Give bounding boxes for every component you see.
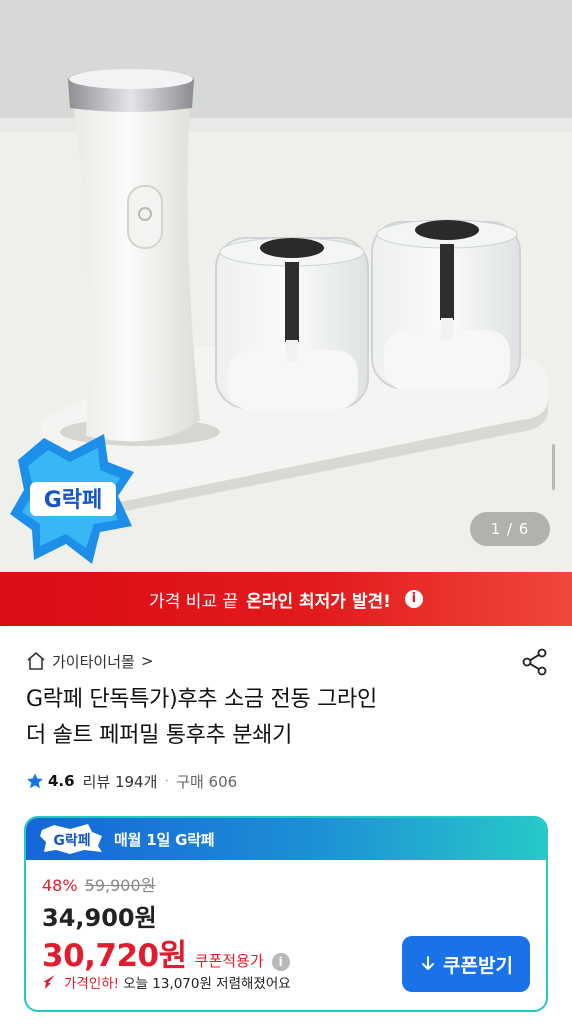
g-rakpe-small-badge: G락페 xyxy=(40,824,102,854)
rating-score: 4.6 xyxy=(48,772,75,790)
coupon-price-label: 쿠폰적용가 xyxy=(194,952,264,970)
store-icon xyxy=(27,652,45,670)
star-icon xyxy=(27,773,43,789)
seller-name: 가이타이너몰 xyxy=(52,652,135,671)
promo-price-card: G락페 매월 1일 G락페 48% 59,900원 34,900원 30,720… xyxy=(24,816,548,1012)
promo-header: G락페 매월 1일 G락페 xyxy=(26,818,546,860)
promo-header-text: 매월 1일 G락페 xyxy=(114,830,215,849)
discount-percent: 48% xyxy=(42,876,78,895)
product-title-line: 더 솔트 페퍼밀 통후추 분쇄기 xyxy=(26,723,293,748)
purchase-count: 구매 606 xyxy=(176,772,238,791)
product-title: G락페 단독특가)후추 소금 전동 그라인 더 솔트 페퍼밀 통후추 분쇄기 xyxy=(26,682,526,754)
price-compare-banner[interactable]: 가격 비교 끝 온라인 최저가 발견! i xyxy=(0,572,572,626)
separator: · xyxy=(164,772,170,790)
price-drop-notice: 가격인하! 오늘 13,070원 저렴해졌어요 xyxy=(42,970,291,994)
banner-text-bold: 온라인 최저가 발견! xyxy=(246,591,391,612)
original-price: 59,900원 xyxy=(84,876,156,895)
price-block: 48% 59,900원 34,900원 30,720원 쿠폰적용가 i 가격인하… xyxy=(42,872,291,994)
discount-line: 48% 59,900원 xyxy=(42,872,291,895)
g-rakpe-badge-label: G락페 xyxy=(44,488,103,513)
rating-row[interactable]: 4.6 리뷰 194개 · 구매 606 xyxy=(26,768,237,794)
image-counter: 1 / 6 xyxy=(470,512,550,546)
scroll-indicator xyxy=(552,444,555,490)
get-coupon-label: 쿠폰받기 xyxy=(443,954,513,977)
price-drop-text: 오늘 13,070원 저렴해졌어요 xyxy=(123,976,291,992)
info-icon[interactable]: i xyxy=(271,953,290,971)
down-arrow-icon xyxy=(422,956,435,970)
product-image-gallery[interactable]: G락페 1 / 6 xyxy=(0,0,572,572)
g-rakpe-badge: G락페 xyxy=(10,434,134,564)
coupon-price: 30,720원 xyxy=(42,938,187,974)
banner-text-light: 가격 비교 끝 xyxy=(149,591,239,612)
review-count[interactable]: 리뷰 194개 xyxy=(83,771,158,792)
g-rakpe-small-badge-label: G락페 xyxy=(53,833,90,849)
product-title-line: G락페 단독특가)후추 소금 전동 그라인 xyxy=(26,687,377,712)
price-down-arrow-icon xyxy=(43,975,55,989)
sale-price: 34,900원 xyxy=(42,904,157,932)
coupon-price-row: 30,720원 쿠폰적용가 i xyxy=(42,930,291,974)
share-icon[interactable] xyxy=(520,647,550,677)
seller-link[interactable]: 가이타이너몰 > xyxy=(26,648,153,674)
get-coupon-button[interactable]: 쿠폰받기 xyxy=(402,936,530,992)
chevron-right-icon: > xyxy=(140,652,154,670)
info-icon[interactable]: i xyxy=(404,590,423,608)
price-drop-lead: 가격인하! xyxy=(64,976,120,992)
